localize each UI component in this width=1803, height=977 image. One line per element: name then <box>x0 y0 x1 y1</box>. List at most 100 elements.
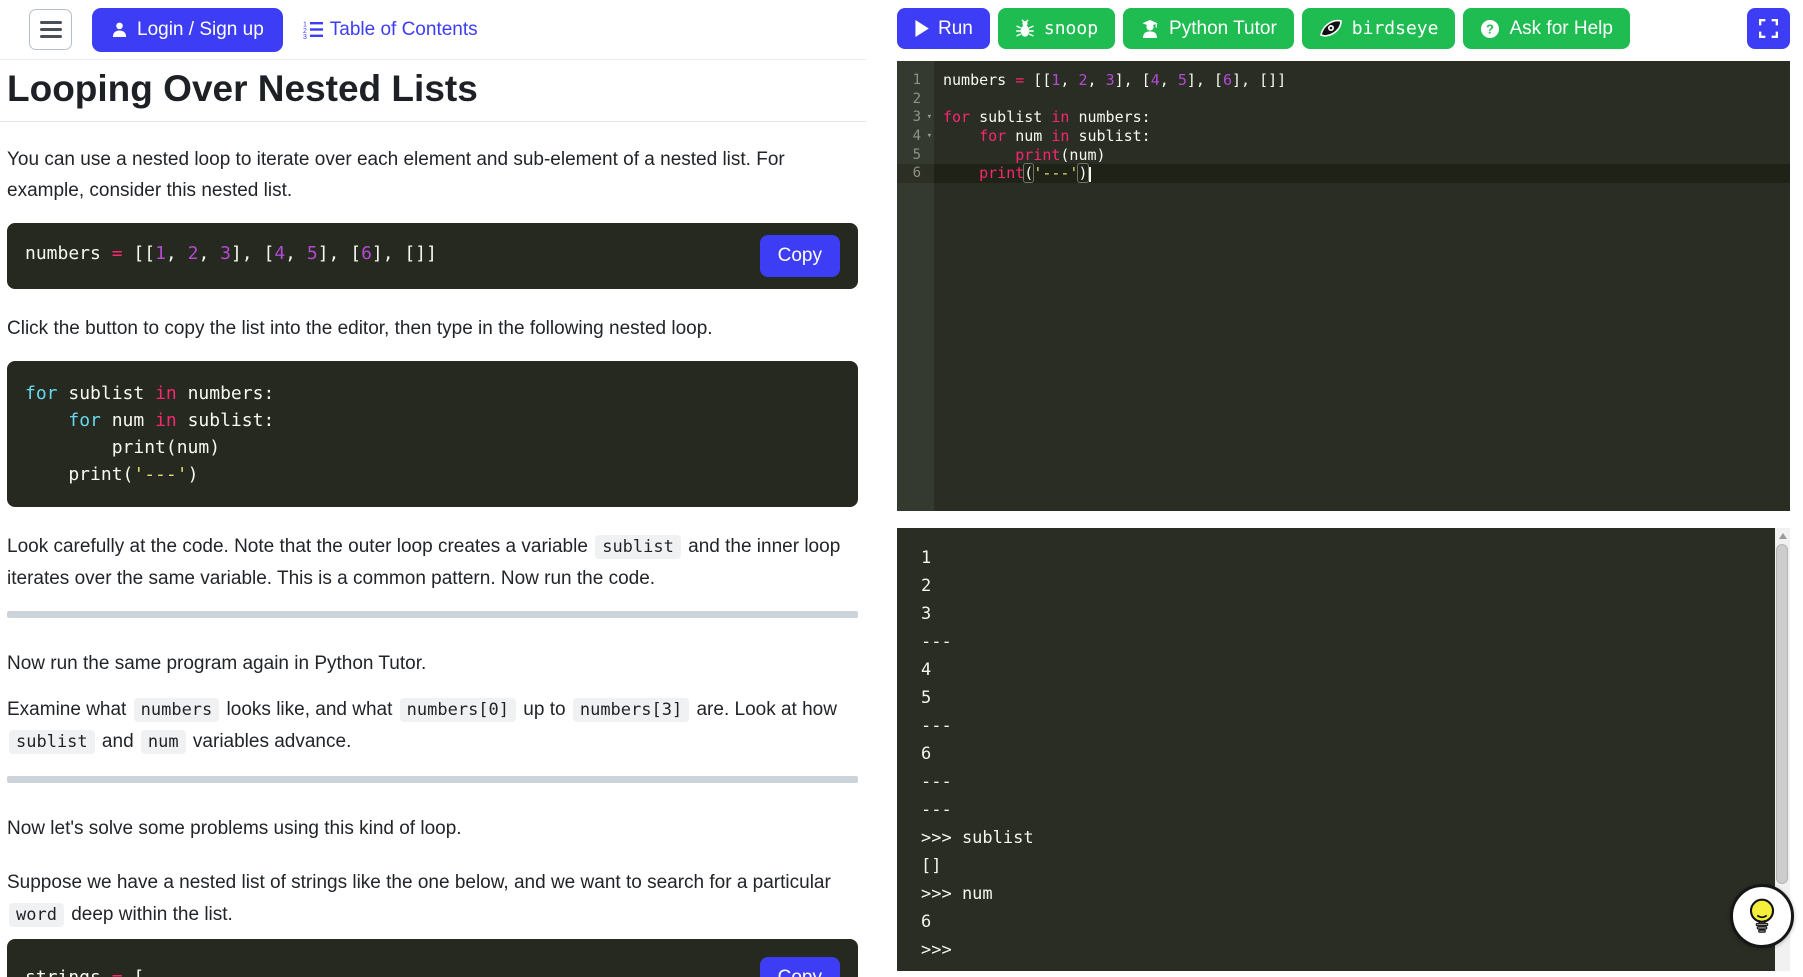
user-icon <box>111 21 128 38</box>
code-block-loop: for sublist in numbers: for num in subli… <box>7 361 858 507</box>
code-block-numbers: numbers = [[1, 2, 3], [4, 5], [6], []] C… <box>7 223 858 289</box>
console-line: --- <box>921 712 1760 740</box>
futurecoder-app: Login / Sign up 1 2 3 Table of Contents … <box>0 0 1803 977</box>
hamburger-icon <box>40 21 62 24</box>
lesson-panel: Login / Sign up 1 2 3 Table of Contents … <box>0 0 866 977</box>
fullscreen-button[interactable] <box>1747 8 1790 49</box>
toc-label: Table of Contents <box>330 19 478 41</box>
line-number: 2 <box>897 90 934 109</box>
paragraph-look-carefully: Look carefully at the code. Note that th… <box>7 531 858 595</box>
editor-code-text: print(num) <box>934 146 1790 165</box>
paragraph-examine: Examine what numbers looks like, and wha… <box>7 694 858 758</box>
inline-code-numbers0: numbers[0] <box>400 698 516 722</box>
paragraph-solve-problems: Now let's solve some problems using this… <box>7 813 858 845</box>
bug-icon <box>1015 19 1035 39</box>
paragraph-copy-instruction: Click the button to copy the list into t… <box>7 313 858 345</box>
play-icon <box>914 20 929 37</box>
question-icon: ? <box>1480 19 1500 39</box>
inline-code-word: word <box>9 903 64 927</box>
code-text: numbers = [[1, 2, 3], [4, 5], [6], []] <box>25 243 437 270</box>
line-number: 6 <box>897 164 934 183</box>
code-line: for sublist in numbers: <box>25 380 840 407</box>
scrollbar-up-arrow[interactable] <box>1775 531 1790 541</box>
line-number: 5 <box>897 146 934 165</box>
output-console[interactable]: 123---45---6------>>> sublist[]>>> num6>… <box>897 528 1790 971</box>
editor-line: 3▾for sublist in numbers: <box>897 108 1790 127</box>
console-line: >>> sublist <box>921 824 1760 852</box>
console-line: [] <box>921 852 1760 880</box>
console-line: 3 <box>921 600 1760 628</box>
console-line: 6 <box>921 740 1760 768</box>
code-editor[interactable]: 1numbers = [[1, 2, 3], [4, 5], [6], []]2… <box>897 61 1790 511</box>
python-tutor-button[interactable]: Python Tutor <box>1123 8 1294 49</box>
ask-for-help-button[interactable]: ? Ask for Help <box>1463 8 1629 49</box>
graduate-icon <box>1140 19 1160 39</box>
login-label: Login / Sign up <box>137 19 264 41</box>
lightbulb-icon <box>1741 895 1783 937</box>
copy-button[interactable]: Copy <box>760 235 840 277</box>
console-line: 1 <box>921 544 1760 572</box>
fold-arrow-icon[interactable]: ▾ <box>927 112 932 122</box>
editor-lines: 1numbers = [[1, 2, 3], [4, 5], [6], []]2… <box>897 61 1790 183</box>
menu-button[interactable] <box>29 9 72 50</box>
birdseye-icon <box>1319 18 1343 40</box>
editor-code-text: for sublist in numbers: <box>934 108 1790 127</box>
svg-text:3: 3 <box>303 34 307 39</box>
run-button[interactable]: Run <box>897 8 990 49</box>
console-line: >>> <box>921 936 1760 964</box>
console-line: --- <box>921 628 1760 656</box>
code-block-strings: strings = [ Copy <box>7 939 858 977</box>
editor-code-text: for num in sublist: <box>934 127 1790 146</box>
copy-button[interactable]: Copy <box>760 957 840 977</box>
svg-text:?: ? <box>1487 21 1495 36</box>
editor-code-text: print('---') <box>934 164 1790 183</box>
code-text: strings = [ <box>25 967 144 977</box>
console-lines: 123---45---6------>>> sublist[]>>> num6>… <box>897 528 1790 964</box>
hint-lightbulb-button[interactable] <box>1730 884 1794 948</box>
editor-code-text <box>934 90 1790 109</box>
page-title: Looping Over Nested Lists <box>7 68 858 111</box>
fullscreen-icon <box>1759 19 1778 38</box>
console-line: --- <box>921 768 1760 796</box>
section-divider <box>7 611 858 618</box>
console-line: 2 <box>921 572 1760 600</box>
text-cursor <box>1089 167 1091 182</box>
paragraph-intro: You can use a nested loop to iterate ove… <box>7 144 858 208</box>
ide-toolbar: Run snoop <box>897 0 1790 49</box>
title-divider <box>0 121 866 122</box>
editor-code-text: numbers = [[1, 2, 3], [4, 5], [6], []] <box>934 71 1790 90</box>
editor-line: 2 <box>897 90 1790 109</box>
paragraph-python-tutor: Now run the same program again in Python… <box>7 648 858 680</box>
console-line: 4 <box>921 656 1760 684</box>
line-number: 4▾ <box>897 127 934 146</box>
inline-code-numbers3: numbers[3] <box>573 698 689 722</box>
inline-code-sublist: sublist <box>595 535 681 559</box>
line-number: 3▾ <box>897 108 934 127</box>
fold-arrow-icon[interactable]: ▾ <box>927 131 932 141</box>
code-line: print(num) <box>25 434 840 461</box>
table-of-contents-link[interactable]: 1 2 3 Table of Contents <box>303 19 478 41</box>
section-divider <box>7 776 858 783</box>
lesson-header: Login / Sign up 1 2 3 Table of Contents <box>0 0 866 60</box>
snoop-button[interactable]: snoop <box>998 8 1115 49</box>
console-line: 5 <box>921 684 1760 712</box>
scrollbar-thumb[interactable] <box>1776 544 1788 884</box>
birdseye-button[interactable]: birdseye <box>1302 8 1456 49</box>
console-line: >>> num <box>921 880 1760 908</box>
code-line: print('---') <box>25 461 840 488</box>
console-line: 6 <box>921 908 1760 936</box>
ide-panel: Run snoop <box>897 0 1790 977</box>
line-number: 1 <box>897 71 934 90</box>
inline-code-num: num <box>141 730 186 754</box>
inline-code-sublist2: sublist <box>9 730 95 754</box>
editor-line: 4▾ for num in sublist: <box>897 127 1790 146</box>
editor-line: 5 print(num) <box>897 146 1790 165</box>
console-line: --- <box>921 796 1760 824</box>
editor-line: 1numbers = [[1, 2, 3], [4, 5], [6], []] <box>897 71 1790 90</box>
inline-code-numbers: numbers <box>134 698 220 722</box>
editor-line: 6 print('---') <box>897 164 1790 183</box>
paragraph-strings-intro: Suppose we have a nested list of strings… <box>7 867 858 931</box>
numbered-list-icon: 1 2 3 <box>303 20 324 39</box>
login-button[interactable]: Login / Sign up <box>92 8 283 52</box>
code-line: for num in sublist: <box>25 407 840 434</box>
